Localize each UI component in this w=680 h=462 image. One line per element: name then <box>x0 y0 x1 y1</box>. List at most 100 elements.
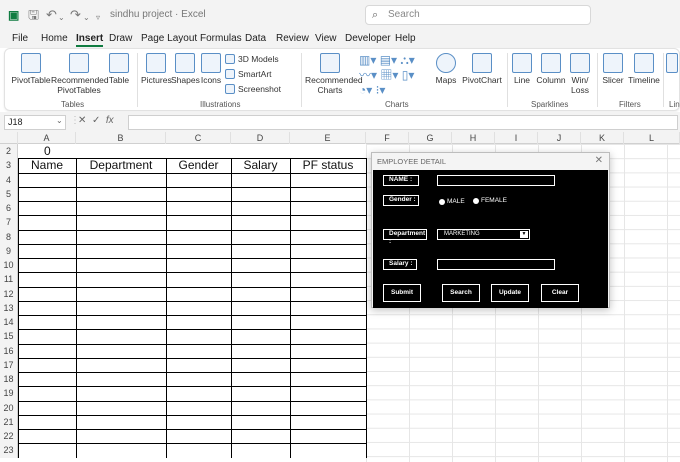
row-header[interactable]: 11 <box>0 272 18 287</box>
row-header[interactable]: 17 <box>0 357 18 372</box>
pictures-button[interactable]: Pictures <box>141 53 172 85</box>
group-label-charts: Charts <box>385 100 409 109</box>
tab-formulas[interactable]: Formulas <box>200 33 242 44</box>
tab-page-layout[interactable]: Page Layout <box>141 33 197 44</box>
insert-function-button[interactable]: fx <box>106 115 114 126</box>
undo-icon[interactable]: ↶ <box>46 7 57 23</box>
row-border <box>18 215 366 217</box>
row-header[interactable]: 19 <box>0 386 18 401</box>
tab-insert[interactable]: Insert <box>76 33 104 47</box>
name-input[interactable] <box>437 175 555 186</box>
header-salary[interactable]: Salary <box>231 158 290 172</box>
tab-help[interactable]: Help <box>395 33 416 44</box>
tab-draw[interactable]: Draw <box>109 33 132 44</box>
tab-developer[interactable]: Developer <box>345 33 391 44</box>
undo-dropdown-icon[interactable]: ⌄ <box>58 10 65 26</box>
column-header-g[interactable]: G <box>409 132 452 144</box>
tab-file[interactable]: File <box>12 33 28 44</box>
tab-view[interactable]: View <box>315 33 337 44</box>
row-header[interactable]: 7 <box>0 215 18 230</box>
row-header[interactable]: 20 <box>0 400 18 415</box>
save-icon[interactable]: 🖫 <box>28 7 39 23</box>
recommended-pivottables-button[interactable]: Recommended PivotTables <box>51 53 109 95</box>
chevron-down-icon[interactable]: ▼ <box>520 231 528 238</box>
update-button[interactable]: Update <box>491 284 529 302</box>
row-header[interactable]: 22 <box>0 429 18 444</box>
shapes-button[interactable]: Shapes <box>171 53 200 85</box>
sparkline-line-button[interactable]: Line <box>510 53 534 85</box>
row-header[interactable]: 5 <box>0 186 18 201</box>
maps-button[interactable]: Maps <box>433 53 459 85</box>
column-headers: A B C D E F G H I J K L <box>0 132 680 144</box>
tab-home[interactable]: Home <box>41 33 68 44</box>
slicer-button[interactable]: Slicer <box>599 53 627 85</box>
table-button[interactable]: Table <box>107 53 131 85</box>
row-header[interactable]: 14 <box>0 315 18 330</box>
header-department[interactable]: Department <box>76 158 166 172</box>
row-header[interactable]: 4 <box>0 172 18 187</box>
row-header[interactable]: 8 <box>0 229 18 244</box>
pivottable-button[interactable]: PivotTable <box>11 53 51 85</box>
link-button[interactable] <box>665 53 679 75</box>
cancel-icon[interactable]: ✕ <box>78 115 86 126</box>
tab-review[interactable]: Review <box>276 33 309 44</box>
column-header-c[interactable]: C <box>166 132 231 144</box>
row-header[interactable]: 15 <box>0 329 18 344</box>
column-header-h[interactable]: H <box>452 132 495 144</box>
row-header[interactable]: 12 <box>0 286 18 301</box>
column-header-k[interactable]: K <box>581 132 624 144</box>
row-border <box>18 201 366 202</box>
chart-types-gallery[interactable]: ▥▾ ▤▾ ⛬▾ 〰▾ ▦▾ ▯▾ ◔▾ ⁝▾ <box>359 53 429 97</box>
sparkline-column-button[interactable]: Column <box>536 53 566 85</box>
column-header-d[interactable]: D <box>231 132 290 144</box>
formula-input[interactable] <box>128 115 678 130</box>
header-gender[interactable]: Gender <box>166 158 231 172</box>
row-header[interactable]: 6 <box>0 201 18 216</box>
column-header-l[interactable]: L <box>624 132 680 144</box>
row-header[interactable]: 18 <box>0 372 18 387</box>
header-name[interactable]: Name <box>18 158 76 172</box>
screenshot-button[interactable]: Screenshot <box>225 84 281 94</box>
column-header-j[interactable]: J <box>538 132 581 144</box>
row-header[interactable]: 16 <box>0 343 18 358</box>
tab-data[interactable]: Data <box>245 33 266 44</box>
3d-models-button[interactable]: 3D Models <box>225 54 279 64</box>
row-header[interactable]: 3 <box>0 158 18 173</box>
salary-input[interactable] <box>437 259 555 270</box>
cell-a2[interactable]: 0 <box>44 144 51 158</box>
enter-icon[interactable]: ✓ <box>92 115 100 126</box>
close-icon[interactable]: ✕ <box>595 155 603 166</box>
timeline-button[interactable]: Timeline <box>627 53 661 85</box>
column-header-b[interactable]: B <box>76 132 166 144</box>
column-header-i[interactable]: I <box>495 132 538 144</box>
recommended-charts-button[interactable]: Recommended Charts <box>305 53 363 95</box>
row-header[interactable]: 21 <box>0 414 18 429</box>
search-input[interactable]: ⌕ Search <box>365 5 591 25</box>
customize-toolbar-icon[interactable]: ▿ <box>96 10 100 26</box>
redo-icon[interactable]: ↷ <box>70 7 81 23</box>
column-header-e[interactable]: E <box>290 132 366 144</box>
column-header-a[interactable]: A <box>18 132 76 144</box>
sparkline-winloss-button[interactable]: Win/ Loss <box>568 53 592 95</box>
select-all-corner[interactable] <box>0 132 18 144</box>
row-border <box>18 343 366 345</box>
smartart-button[interactable]: SmartArt <box>225 69 272 79</box>
header-pf-status[interactable]: PF status <box>290 158 366 172</box>
name-box-dropdown-icon[interactable]: ⌄ <box>56 116 63 125</box>
row-header[interactable]: 23 <box>0 443 18 458</box>
pivotchart-button[interactable]: PivotChart <box>461 53 503 85</box>
submit-button[interactable]: Submit <box>383 284 421 302</box>
radio-male[interactable]: MALE <box>439 198 465 205</box>
redo-dropdown-icon[interactable]: ⌄ <box>83 10 90 26</box>
department-dropdown[interactable]: MARKETING ▼ <box>437 229 530 240</box>
row-header[interactable]: 13 <box>0 300 18 315</box>
row-header[interactable]: 2 <box>0 144 18 159</box>
clear-button[interactable]: Clear <box>541 284 579 302</box>
radio-female[interactable]: FEMALE <box>473 197 507 204</box>
winloss-sparkline-icon <box>570 53 590 73</box>
icons-button[interactable]: Icons <box>199 53 223 85</box>
row-header[interactable]: 10 <box>0 258 18 273</box>
column-header-f[interactable]: F <box>366 132 409 144</box>
search-button[interactable]: Search <box>442 284 480 302</box>
row-header[interactable]: 9 <box>0 243 18 258</box>
